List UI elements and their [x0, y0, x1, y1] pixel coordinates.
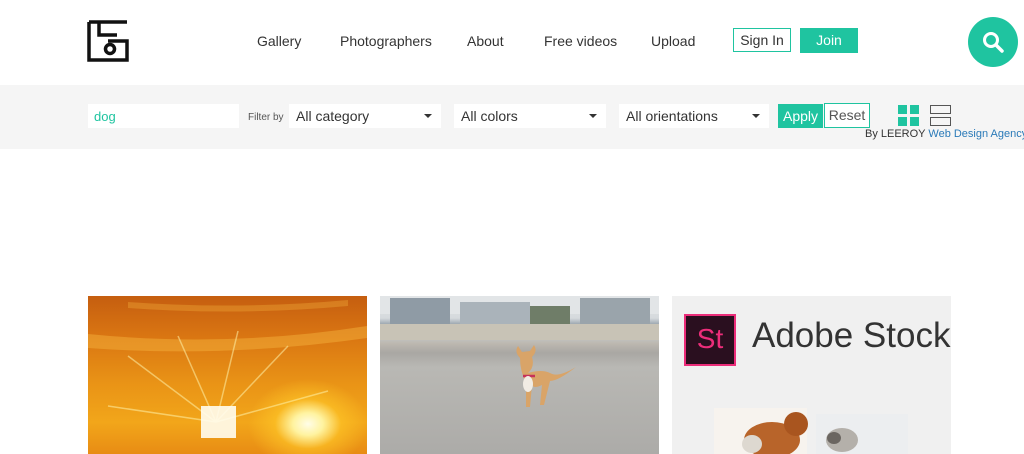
nav-photographers[interactable]: Photographers: [340, 33, 432, 49]
chevron-down-icon: [424, 114, 432, 118]
colors-select-value: All colors: [461, 108, 518, 124]
grid-view-icon[interactable]: [898, 105, 920, 127]
search-input[interactable]: [88, 104, 239, 128]
dog-image: [380, 296, 659, 407]
category-select-value: All category: [296, 108, 370, 124]
nav-upload[interactable]: Upload: [651, 33, 695, 49]
category-select[interactable]: All category: [289, 104, 441, 128]
join-button[interactable]: Join: [800, 28, 858, 53]
filter-by-label: Filter by: [248, 112, 284, 123]
nav-gallery[interactable]: Gallery: [257, 33, 301, 49]
orientations-select-value: All orientations: [626, 108, 718, 124]
credit-prefix: By LEEROY: [865, 128, 926, 140]
gallery-card-dog[interactable]: [380, 296, 659, 454]
credit-link[interactable]: Web Design Agency: [928, 128, 1024, 140]
sign-in-button[interactable]: Sign In: [733, 28, 791, 52]
chevron-down-icon: [752, 114, 760, 118]
dogs-thumbnail-image: [714, 408, 908, 454]
gallery-card-sunset[interactable]: [88, 296, 367, 454]
filter-bar: Filter by All category All colors All or…: [0, 85, 1024, 149]
nav-free-videos[interactable]: Free videos: [544, 33, 617, 49]
apply-button[interactable]: Apply: [778, 104, 823, 128]
logo-icon[interactable]: [86, 19, 130, 63]
site-header: Gallery Photographers About Free videos …: [0, 0, 1024, 85]
search-icon: [983, 32, 1004, 53]
gallery-card-adobe-stock[interactable]: St Adobe Stock: [672, 296, 951, 454]
search-button[interactable]: [968, 17, 1018, 67]
nav-about[interactable]: About: [467, 33, 504, 49]
credit-text: By LEEROY Web Design Agency: [865, 128, 1024, 140]
chevron-down-icon: [589, 114, 597, 118]
reset-button[interactable]: Reset: [824, 103, 870, 128]
colors-select[interactable]: All colors: [454, 104, 606, 128]
sunset-image: [88, 300, 367, 438]
orientations-select[interactable]: All orientations: [619, 104, 769, 128]
adobe-stock-title: Adobe Stock: [752, 316, 951, 355]
adobe-stock-logo: St: [684, 314, 736, 366]
list-view-icon[interactable]: [930, 105, 952, 127]
